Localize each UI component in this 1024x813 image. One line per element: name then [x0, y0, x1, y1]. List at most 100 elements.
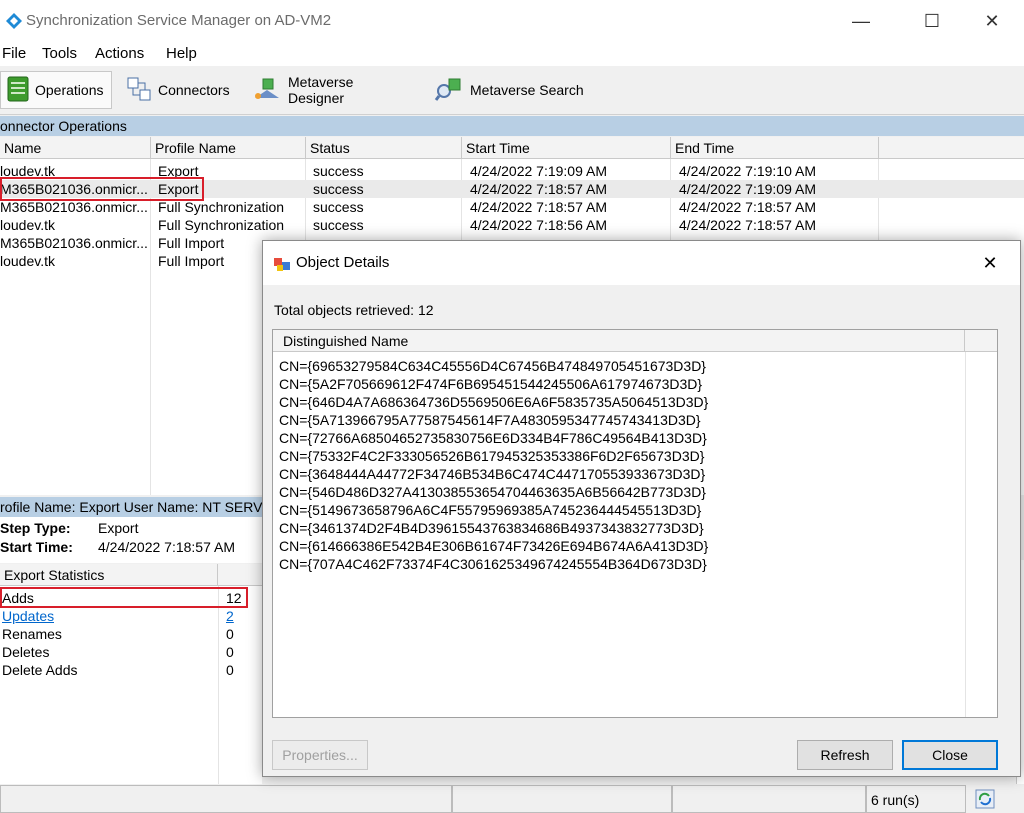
- step-type-label: Step Type:: [0, 520, 71, 536]
- sync-status-icon: [974, 788, 996, 813]
- cell-status: success: [313, 217, 364, 233]
- profile-details-header: rofile Name: Export User Name: NT SERV: [0, 497, 262, 517]
- grid-line: [965, 352, 966, 717]
- list-item[interactable]: CN={5A713966795A77587545614F7A4830595347…: [279, 411, 708, 429]
- cell-end: 4/24/2022 7:19:09 AM: [679, 181, 816, 197]
- status-cell: [672, 785, 866, 813]
- close-button[interactable]: Close: [902, 740, 998, 770]
- col-header-start-time[interactable]: Start Time: [462, 137, 671, 159]
- metaverse-search-button[interactable]: Metaverse Search: [428, 71, 590, 109]
- close-window-button[interactable]: ✕: [969, 0, 1015, 42]
- status-cell: [0, 785, 452, 813]
- distinguished-name-list[interactable]: Distinguished Name CN={69653279584C634C4…: [272, 329, 998, 718]
- cell-start: 4/24/2022 7:18:57 AM: [470, 181, 607, 197]
- connectors-label: Connectors: [158, 82, 230, 98]
- step-type-value: Export: [98, 520, 139, 536]
- metaverse-search-label: Metaverse Search: [470, 82, 584, 98]
- stat-row-deletes[interactable]: Deletes 0: [0, 643, 262, 661]
- object-details-dialog: Object Details ✕ Total objects retrieved…: [262, 240, 1021, 777]
- title-bar: Synchronization Service Manager on AD-VM…: [0, 0, 1024, 42]
- col-header-name[interactable]: Name: [0, 137, 151, 159]
- dialog-close-icon[interactable]: ✕: [975, 249, 1005, 277]
- total-objects-label: Total objects retrieved: 12: [274, 302, 434, 318]
- stat-row-updates[interactable]: Updates 2: [0, 607, 262, 625]
- dn-list-items: CN={69653279584C634C45556D4C67456B474849…: [279, 357, 708, 573]
- col-header-filler: [879, 137, 1024, 159]
- start-time-label: Start Time:: [0, 539, 73, 555]
- operations-label: Operations: [35, 82, 104, 98]
- stat-value: 0: [226, 626, 234, 642]
- col-header-distinguished-name[interactable]: Distinguished Name: [273, 330, 965, 352]
- stat-label: Deletes: [2, 644, 50, 660]
- table-row[interactable]: loudev.tk Full Synchronization success 4…: [0, 216, 1024, 234]
- list-item[interactable]: CN={5A2F705669612F474F6B695451544245506A…: [279, 375, 708, 393]
- connectors-icon: [126, 76, 152, 105]
- list-item[interactable]: CN={75332F4C2F333056526B617945325353386F…: [279, 447, 708, 465]
- cell-start: 4/24/2022 7:19:09 AM: [470, 163, 607, 179]
- list-item[interactable]: CN={3461374D2F4B4D39615543763834686B4937…: [279, 519, 708, 537]
- cell-status: success: [313, 163, 364, 179]
- properties-button[interactable]: Properties...: [272, 740, 368, 770]
- list-item[interactable]: CN={646D4A7A686364736D5569506E6A6F583573…: [279, 393, 708, 411]
- dialog-title-bar: Object Details ✕: [263, 241, 1020, 285]
- runs-count: 6 run(s): [871, 792, 920, 808]
- menu-help[interactable]: Help: [166, 45, 197, 62]
- menu-bar: File Tools Actions Help: [0, 42, 1024, 66]
- dialog-icon: [273, 255, 291, 276]
- maximize-button[interactable]: ☐: [909, 0, 955, 42]
- col-header-end-time[interactable]: End Time: [671, 137, 879, 159]
- operations-button[interactable]: Operations: [0, 71, 112, 109]
- list-item[interactable]: CN={614666386E542B4E306B61674F73426E694B…: [279, 537, 708, 555]
- cell-name: loudev.tk: [0, 253, 55, 269]
- cell-start: 4/24/2022 7:18:56 AM: [470, 217, 607, 233]
- list-item[interactable]: CN={69653279584C634C45556D4C67456B474849…: [279, 357, 708, 375]
- col-header-status[interactable]: Status: [306, 137, 462, 159]
- cell-profile: Full Synchronization: [158, 217, 285, 233]
- stat-value-link[interactable]: 2: [226, 607, 234, 625]
- stat-row-renames[interactable]: Renames 0: [0, 625, 262, 643]
- cell-status: success: [313, 199, 364, 215]
- minimize-button[interactable]: —: [838, 0, 884, 42]
- toolbar: Operations Connectors Metaverse Designer…: [0, 66, 1024, 115]
- list-item[interactable]: CN={72766A68504652735830756E6D334B4F786C…: [279, 429, 708, 447]
- menu-actions[interactable]: Actions: [95, 45, 144, 62]
- start-time-value: 4/24/2022 7:18:57 AM: [98, 539, 235, 555]
- col-header-count[interactable]: [218, 564, 262, 586]
- operations-icon: [7, 76, 29, 105]
- metaverse-designer-button[interactable]: Metaverse Designer: [246, 71, 418, 109]
- table-row[interactable]: M365B021036.onmicr... Full Synchronizati…: [0, 198, 1024, 216]
- highlight-box-adds: [0, 587, 248, 608]
- stat-label: Renames: [2, 626, 62, 642]
- col-header-export-statistics[interactable]: Export Statistics: [0, 564, 218, 586]
- refresh-button[interactable]: Refresh: [797, 740, 893, 770]
- connectors-button[interactable]: Connectors: [120, 71, 238, 109]
- connector-operations-header: onnector Operations: [0, 116, 1024, 136]
- stat-label-link[interactable]: Updates: [2, 607, 54, 625]
- cell-name: loudev.tk: [0, 217, 55, 233]
- list-item[interactable]: CN={707A4C462F73374F4C306162534967424555…: [279, 555, 708, 573]
- cell-end: 4/24/2022 7:18:57 AM: [679, 199, 816, 215]
- list-item[interactable]: CN={546D486D327A41303855365470446363​5A6…: [279, 483, 708, 501]
- stat-row-delete-adds[interactable]: Delete Adds 0: [0, 661, 262, 679]
- metaverse-designer-label: Metaverse Designer: [288, 74, 354, 106]
- cell-end: 4/24/2022 7:19:10 AM: [679, 163, 816, 179]
- status-bar: 6 run(s): [0, 785, 1024, 813]
- col-header-filler: [965, 330, 997, 352]
- cell-status: success: [313, 181, 364, 197]
- stat-value: 0: [226, 644, 234, 660]
- status-cell: [452, 785, 672, 813]
- export-statistics-table: Export Statistics Adds 12 Updates 2 Rena…: [0, 564, 262, 784]
- app-icon: [5, 12, 23, 30]
- col-header-profile-name[interactable]: Profile Name: [151, 137, 306, 159]
- stat-label: Delete Adds: [2, 662, 78, 678]
- menu-tools[interactable]: Tools: [42, 45, 77, 62]
- cell-name: M365B021036.onmicr...: [0, 235, 148, 251]
- window-title: Synchronization Service Manager on AD-VM…: [26, 12, 332, 29]
- list-item[interactable]: CN={3648444A44772F34746B534B6C474C447170…: [279, 465, 708, 483]
- dialog-title: Object Details: [296, 254, 390, 271]
- profile-details-panel: Step Type: Export Start Time: 4/24/2022 …: [0, 517, 262, 563]
- cell-start: 4/24/2022 7:18:57 AM: [470, 199, 607, 215]
- list-item[interactable]: CN={5149673658796A6C4F55795969385A745236…: [279, 501, 708, 519]
- cell-name: M365B021036.onmicr...: [0, 199, 148, 215]
- menu-file[interactable]: File: [2, 45, 26, 62]
